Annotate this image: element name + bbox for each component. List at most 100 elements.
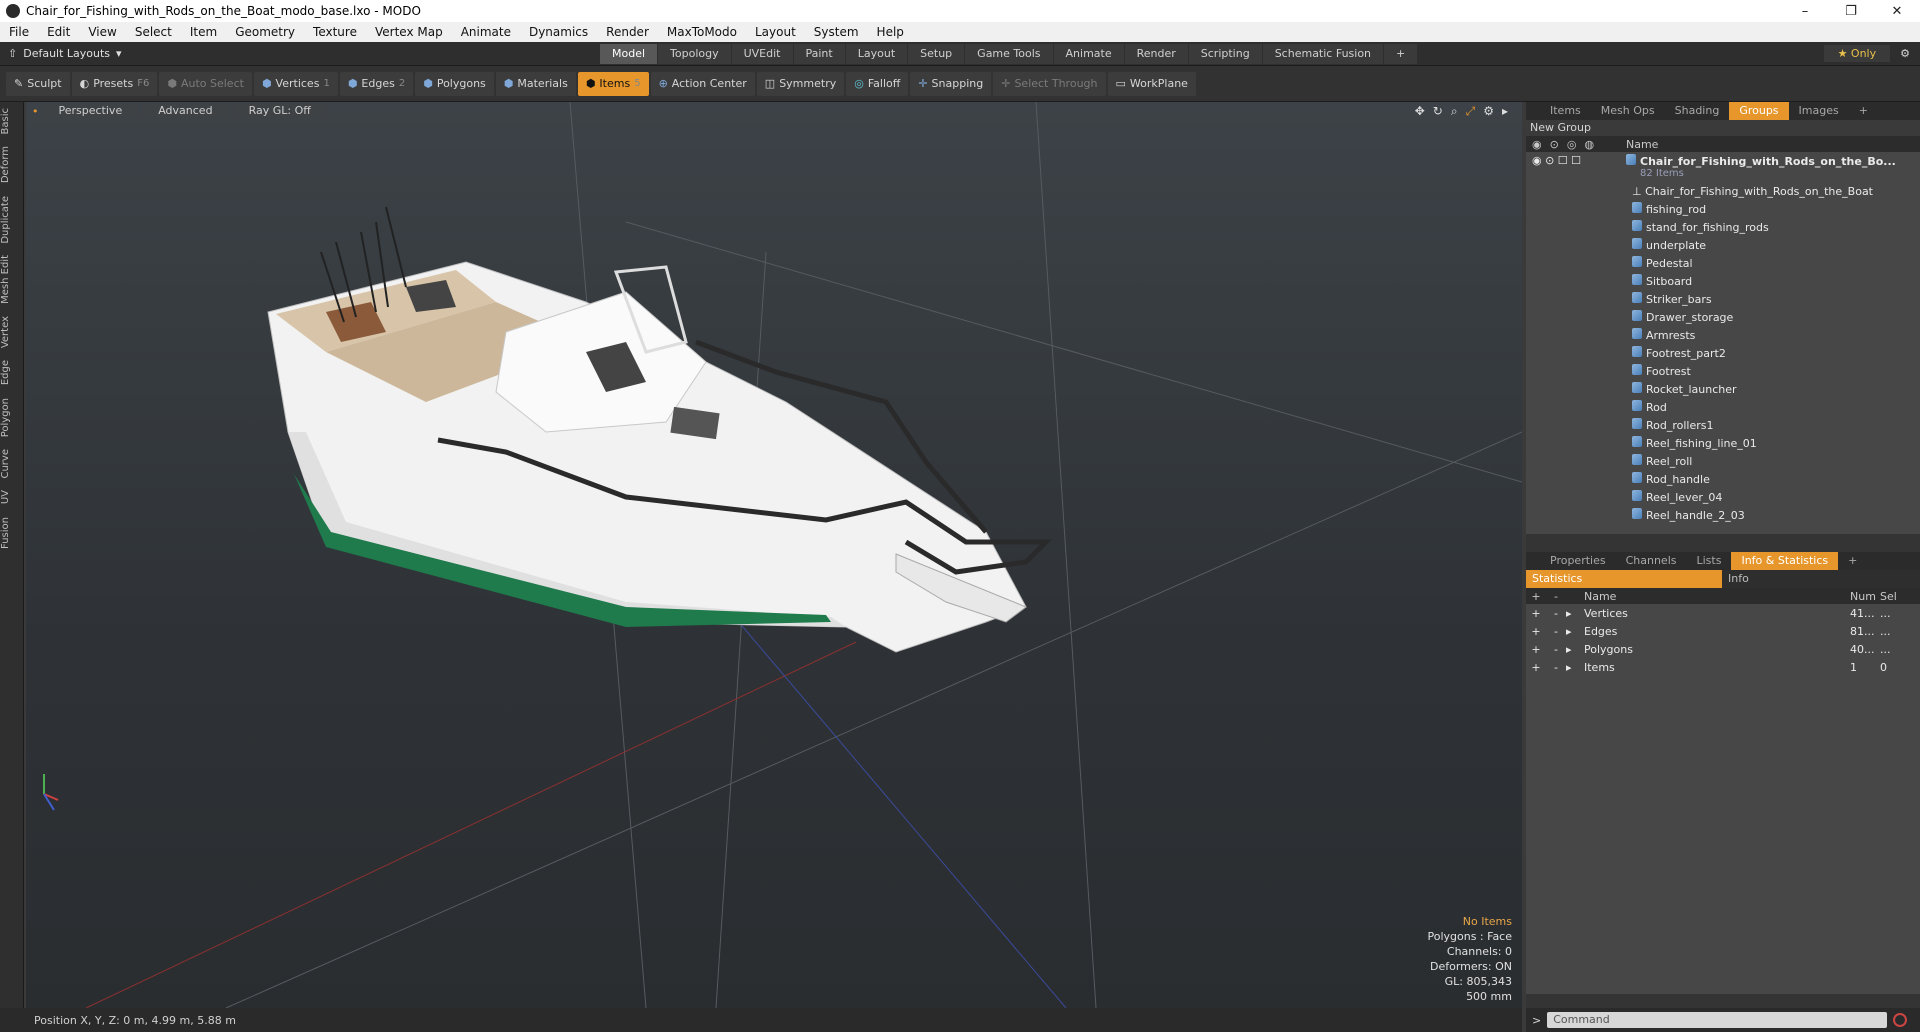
menu-item[interactable]: Item — [181, 25, 226, 39]
workplane-button[interactable]: ▭ WorkPlane — [1107, 71, 1196, 96]
polygons-button[interactable]: ⬢ Polygons — [415, 71, 494, 96]
sel-column-header[interactable]: Sel — [1880, 590, 1910, 603]
items-button[interactable]: ⬢ Items 5 — [577, 71, 649, 96]
tab-mesh-ops[interactable]: Mesh Ops — [1591, 102, 1665, 120]
table-row[interactable]: + - ▸ Vertices 41... ... — [1526, 604, 1920, 622]
remove-icon[interactable]: - — [1546, 625, 1566, 638]
viewport-more-icon[interactable]: ▸ — [1502, 104, 1508, 119]
edges-button[interactable]: ⬢ Edges 2 — [339, 71, 414, 96]
tab-model[interactable]: Model — [600, 43, 658, 64]
vtab-uv[interactable]: UV — [0, 484, 24, 510]
add-tab-icon[interactable]: + — [1849, 102, 1878, 120]
menu-vertex-map[interactable]: Vertex Map — [366, 25, 452, 39]
name-column-header[interactable]: Name — [1626, 138, 1658, 151]
command-input[interactable]: Command — [1547, 1012, 1888, 1028]
close-button[interactable]: ✕ — [1874, 0, 1920, 22]
add-icon[interactable]: + — [1526, 661, 1546, 674]
tree-item[interactable]: Rod_rollers1 — [1526, 416, 1920, 434]
expand-arrow-icon[interactable]: ▸ — [1566, 607, 1584, 620]
remove-icon[interactable]: - — [1546, 607, 1566, 620]
vtab-duplicate[interactable]: Duplicate — [0, 190, 24, 250]
tree-item[interactable]: underplate — [1526, 236, 1920, 254]
expand-arrow-icon[interactable]: ▸ — [1566, 661, 1584, 674]
tab-items[interactable]: Items — [1540, 102, 1591, 120]
tab-paint[interactable]: Paint — [793, 43, 845, 64]
tab-properties[interactable]: Properties — [1540, 552, 1616, 570]
fit-icon[interactable]: ⤢ — [1466, 104, 1476, 119]
vtab-basic[interactable]: Basic — [0, 102, 24, 140]
menu-view[interactable]: View — [79, 25, 125, 39]
new-group-button[interactable]: New Group — [1526, 120, 1920, 136]
menu-select[interactable]: Select — [126, 25, 181, 39]
minimize-button[interactable]: – — [1782, 0, 1828, 22]
raygl-button[interactable]: Ray GL: Off — [232, 104, 327, 118]
shading-mode-button[interactable]: Advanced — [142, 104, 229, 118]
expand-arrow-icon[interactable]: ▸ — [1566, 643, 1584, 656]
tree-item[interactable]: Rod_handle — [1526, 470, 1920, 488]
table-row[interactable]: + - ▸ Edges 81... ... — [1526, 622, 1920, 640]
vtab-vertex[interactable]: Vertex — [0, 310, 24, 354]
tab-channels[interactable]: Channels — [1616, 552, 1687, 570]
tab-scripting[interactable]: Scripting — [1188, 43, 1262, 64]
tree-item[interactable]: Reel_handle_2_03 — [1526, 506, 1920, 524]
maximize-button[interactable]: ❐ — [1828, 0, 1874, 22]
subtab-info[interactable]: Info — [1722, 570, 1749, 588]
expand-arrow-icon[interactable]: ▸ — [1566, 625, 1584, 638]
tab-images[interactable]: Images — [1789, 102, 1849, 120]
remove-icon[interactable]: - — [1546, 590, 1566, 603]
record-macro-icon[interactable] — [1893, 1013, 1908, 1027]
action-center-button[interactable]: ⊕ Action Center — [650, 71, 755, 96]
zoom-icon[interactable]: ⌕ — [1451, 104, 1458, 119]
tree-item[interactable]: Striker_bars — [1526, 290, 1920, 308]
table-row[interactable]: + - ▸ Polygons 40... ... — [1526, 640, 1920, 658]
vtab-fusion[interactable]: Fusion — [0, 511, 24, 555]
tree-item[interactable]: Footrest_part2 — [1526, 344, 1920, 362]
tab-game-tools[interactable]: Game Tools — [965, 43, 1053, 64]
table-row[interactable]: + - ▸ Items 1 0 — [1526, 658, 1920, 676]
menu-animate[interactable]: Animate — [452, 25, 520, 39]
add-icon[interactable]: + — [1526, 590, 1546, 603]
lock-icon[interactable]: ⊙ — [1550, 138, 1559, 151]
viewport-settings-icon[interactable]: ⚙ — [1483, 104, 1494, 119]
add-icon[interactable]: + — [1526, 607, 1546, 620]
tree-item[interactable]: Pedestal — [1526, 254, 1920, 272]
tree-item[interactable]: Rod — [1526, 398, 1920, 416]
tab-layout[interactable]: Layout — [845, 43, 908, 64]
eye-icon[interactable]: ◉ — [1532, 138, 1542, 151]
tree-item[interactable]: Reel_fishing_line_01 — [1526, 434, 1920, 452]
tab-render[interactable]: Render — [1124, 43, 1188, 64]
menu-help[interactable]: Help — [868, 25, 913, 39]
tab-groups[interactable]: Groups — [1729, 102, 1789, 120]
num-column-header[interactable]: Num — [1850, 590, 1880, 603]
add-icon[interactable]: + — [1526, 643, 1546, 656]
materials-button[interactable]: ⬢ Materials — [495, 71, 576, 96]
tab-animate[interactable]: Animate — [1053, 43, 1124, 64]
tree-item[interactable]: Rocket_launcher — [1526, 380, 1920, 398]
menu-geometry[interactable]: Geometry — [226, 25, 304, 39]
layout-selector[interactable]: ⇧ Default Layouts ▾ — [0, 47, 600, 60]
subtab-statistics[interactable]: Statistics — [1526, 570, 1722, 588]
tree-item[interactable]: Drawer_storage — [1526, 308, 1920, 326]
tree-item[interactable]: Armrests — [1526, 326, 1920, 344]
select-icon[interactable]: ◍ — [1584, 138, 1594, 151]
menu-texture[interactable]: Texture — [304, 25, 366, 39]
tree-item[interactable]: Sitboard — [1526, 272, 1920, 290]
menu-render[interactable]: Render — [597, 25, 658, 39]
remove-icon[interactable]: - — [1546, 661, 1566, 674]
vtab-curve[interactable]: Curve — [0, 443, 24, 485]
pan-icon[interactable]: ✥ — [1415, 104, 1425, 119]
tree-item[interactable]: ⊥ Chair_for_Fishing_with_Rods_on_the_Boa… — [1526, 182, 1920, 200]
tab-uvedit[interactable]: UVEdit — [731, 43, 793, 64]
tab-topology[interactable]: Topology — [658, 43, 731, 64]
menu-edit[interactable]: Edit — [38, 25, 79, 39]
render-icon[interactable]: ◎ — [1567, 138, 1577, 151]
tree-item[interactable]: Footrest — [1526, 362, 1920, 380]
menu-maxtomodo[interactable]: MaxToModo — [658, 25, 746, 39]
vtab-polygon[interactable]: Polygon — [0, 392, 24, 443]
tree-item[interactable]: Reel_lever_04 — [1526, 488, 1920, 506]
name-column-header[interactable]: Name — [1584, 590, 1850, 603]
tree-root-group[interactable]: ◉ ⊙ ☐ ☐ Chair_for_Fishing_with_Rods_on_t… — [1526, 152, 1920, 182]
viewport-menu-dot[interactable]: • — [32, 105, 39, 118]
rotate-icon[interactable]: ↻ — [1433, 104, 1443, 119]
vtab-deform[interactable]: Deform — [0, 140, 24, 189]
